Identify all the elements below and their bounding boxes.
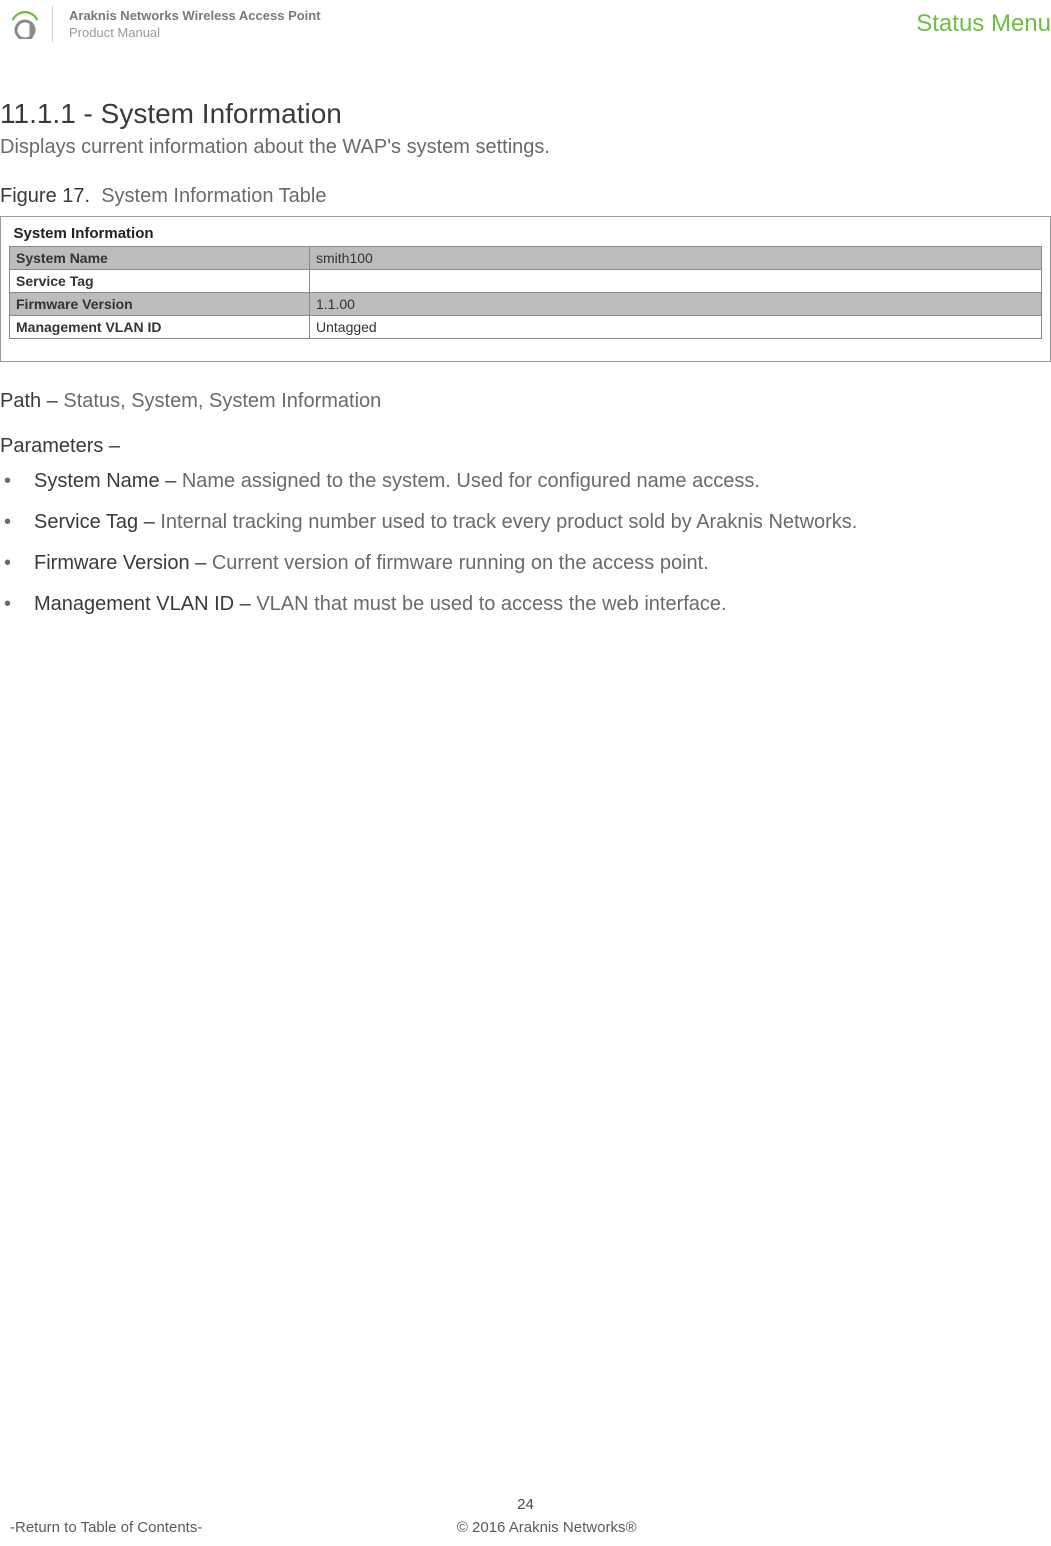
table-title-cell: System Information [10,223,1042,247]
param-desc: Name assigned to the system. Used for co… [182,470,760,492]
figure-title: System Information Table [101,185,326,207]
table-row: Management VLAN ID Untagged [10,316,1042,339]
parameters-list: System Name – Name assigned to the syste… [0,468,1051,618]
row-label: System Name [10,247,310,270]
parameters-heading: Parameters – [0,435,1051,458]
section-heading: 11.1.1 - System Information [0,98,1051,130]
page-header: Araknis Networks Wireless Access Point P… [0,0,1051,48]
row-label: Management VLAN ID [10,316,310,339]
list-item: Service Tag – Internal tracking number u… [4,509,1051,536]
row-label: Service Tag [10,270,310,293]
row-value [310,270,1042,293]
table-row: System Name smith100 [10,247,1042,270]
header-manual-label: Product Manual [69,25,321,40]
copyright-text: © 2016 Araknis Networks® [457,1519,637,1536]
table-row: Firmware Version 1.1.00 [10,293,1042,316]
param-term: Management VLAN ID – [34,593,256,615]
section-description: Displays current information about the W… [0,136,1051,159]
system-info-table: System Information System Name smith100 … [9,223,1042,339]
list-item: System Name – Name assigned to the syste… [4,468,1051,495]
list-item: Management VLAN ID – VLAN that must be u… [4,591,1051,618]
path-label: Path – [0,390,63,412]
list-item: Firmware Version – Current version of fi… [4,550,1051,577]
param-term: Service Tag – [34,511,160,533]
header-title-block: Araknis Networks Wireless Access Point P… [65,8,321,40]
header-product-title: Araknis Networks Wireless Access Point [69,8,321,23]
figure-number: Figure 17. [0,185,90,207]
brand-logo-wrap [10,6,53,42]
system-info-table-container: System Information System Name smith100 … [0,216,1051,362]
path-line: Path – Status, System, System Informatio… [0,390,1051,413]
param-term: Firmware Version – [34,552,212,574]
row-value: 1.1.00 [310,293,1042,316]
row-value: smith100 [310,247,1042,270]
param-desc: Internal tracking number used to track e… [160,511,857,533]
table-row: Service Tag [10,270,1042,293]
return-toc-link[interactable]: -Return to Table of Contents- [10,1519,202,1536]
page-number: 24 [10,1496,1041,1513]
param-desc: VLAN that must be used to access the web… [256,593,726,615]
row-value: Untagged [310,316,1042,339]
figure-caption: Figure 17. System Information Table [0,185,1051,208]
row-label: Firmware Version [10,293,310,316]
header-left-block: Araknis Networks Wireless Access Point P… [10,6,321,42]
page-content: 11.1.1 - System Information Displays cur… [0,48,1051,618]
param-desc: Current version of firmware running on t… [212,552,709,574]
brand-logo-icon [10,9,40,39]
table-title-row: System Information [10,223,1042,247]
path-value: Status, System, System Information [63,390,381,412]
footer-row: -Return to Table of Contents- © 2016 Ara… [10,1519,1041,1536]
status-menu-label: Status Menu [916,10,1051,38]
page-footer: 24 -Return to Table of Contents- © 2016 … [0,1496,1051,1536]
param-term: System Name – [34,470,182,492]
